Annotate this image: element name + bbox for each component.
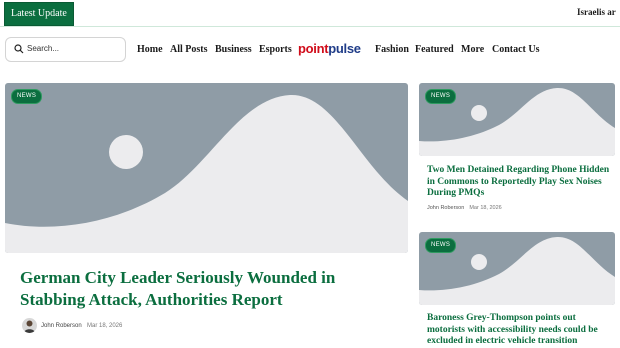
- nav-contact-us[interactable]: Contact Us: [492, 44, 540, 55]
- top-bar: Latest Update Israelis ar: [0, 0, 620, 27]
- side-post-1-title[interactable]: Two Men Detained Regarding Phone Hidden …: [427, 165, 613, 200]
- person-icon: [24, 320, 35, 333]
- logo-part-pulse: pulse: [328, 41, 361, 56]
- nav-all-posts[interactable]: All Posts: [170, 44, 208, 55]
- side-post-2-title[interactable]: Baroness Grey-Thompson points out motori…: [427, 313, 613, 348]
- author-name[interactable]: John Roberson: [427, 205, 464, 211]
- author-name[interactable]: John Roberson: [41, 323, 82, 329]
- image-placeholder-icon: [5, 83, 408, 253]
- post-date: Mar 18, 2026: [469, 205, 502, 211]
- search-icon: [14, 44, 24, 54]
- news-ticker[interactable]: Israelis ar: [577, 7, 616, 17]
- nav-esports[interactable]: Esports: [259, 44, 292, 55]
- nav-featured[interactable]: Featured: [415, 44, 454, 55]
- post-date: Mar 18, 2026: [87, 323, 123, 329]
- latest-update-label: Latest Update: [4, 2, 74, 26]
- nav-home[interactable]: Home: [137, 44, 163, 55]
- category-badge[interactable]: NEWS: [11, 89, 43, 104]
- author-avatar: [22, 318, 37, 333]
- category-badge[interactable]: NEWS: [425, 89, 457, 104]
- category-badge[interactable]: NEWS: [425, 238, 457, 253]
- logo-part-point: point: [298, 41, 329, 56]
- featured-title[interactable]: German City Leader Seriously Wounded in …: [20, 267, 400, 311]
- nav-more[interactable]: More: [461, 44, 484, 55]
- site-logo[interactable]: pointpulse: [298, 41, 361, 56]
- featured-image[interactable]: [5, 83, 408, 253]
- search-box[interactable]: [5, 37, 126, 62]
- side-post-1-meta: John Roberson Mar 18, 2026: [427, 205, 502, 211]
- search-input[interactable]: [27, 41, 119, 56]
- nav-fashion[interactable]: Fashion: [375, 44, 409, 55]
- nav-business[interactable]: Business: [215, 44, 252, 55]
